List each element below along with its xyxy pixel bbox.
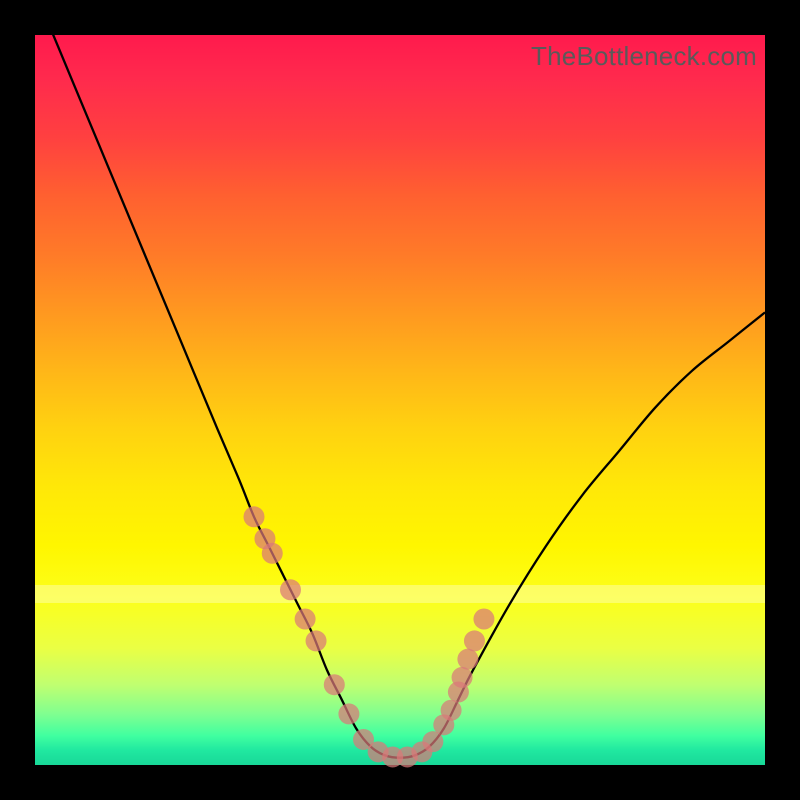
highlight-dot — [452, 667, 473, 688]
highlight-dot — [280, 579, 301, 600]
chart-frame: TheBottleneck.com — [0, 0, 800, 800]
highlight-dot — [306, 630, 327, 651]
highlight-dot — [441, 700, 462, 721]
highlight-dot — [338, 703, 359, 724]
highlight-dot — [295, 609, 316, 630]
highlight-dot — [244, 506, 265, 527]
highlight-dot — [262, 543, 283, 564]
highlight-dot — [473, 609, 494, 630]
plot-area: TheBottleneck.com — [35, 35, 765, 765]
highlight-dot — [464, 630, 485, 651]
highlight-dots-group — [244, 506, 495, 767]
chart-svg — [35, 35, 765, 765]
highlight-dot — [324, 674, 345, 695]
highlight-dot — [457, 649, 478, 670]
bottleneck-curve — [35, 0, 765, 758]
watermark-text: TheBottleneck.com — [531, 41, 757, 72]
